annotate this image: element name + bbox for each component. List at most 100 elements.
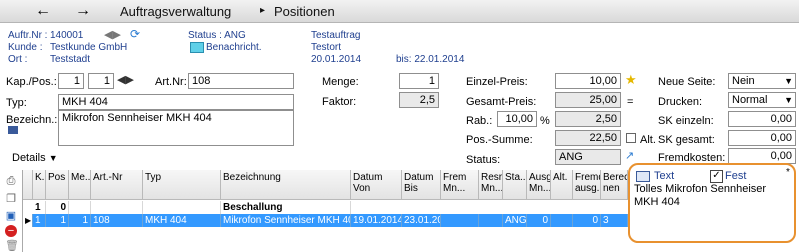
kap-input[interactable]: 1 xyxy=(58,73,84,89)
table-row-selected[interactable]: ▶ 1 1 1 108 MKH 404 Mikrofon Sennheiser … xyxy=(23,214,628,227)
cell-me: 1 xyxy=(69,214,91,227)
col-header-k[interactable]: K... xyxy=(33,170,46,200)
col-header-frem[interactable]: Frem Mn... xyxy=(441,170,479,200)
typ-input[interactable]: MKH 404 xyxy=(58,94,294,110)
row-indicator-header xyxy=(23,170,33,200)
save-icon[interactable]: ▣ xyxy=(5,210,17,222)
menge-input[interactable]: 1 xyxy=(399,73,439,89)
pct-sign: % xyxy=(540,115,550,127)
col-header-datum-von[interactable]: Datum Von xyxy=(351,170,402,200)
back-icon[interactable]: ← xyxy=(35,0,51,22)
rab-value: 2,50 xyxy=(555,111,621,127)
pos-input[interactable]: 1 xyxy=(88,73,114,89)
text-content[interactable]: Tolles Mikrofon Sennheiser MKH 404 xyxy=(634,183,790,209)
neueseite-value: Nein xyxy=(732,75,755,87)
table-row[interactable]: 1 0 Beschallung xyxy=(23,201,628,214)
einzelpreis-input[interactable]: 10,00 xyxy=(555,73,621,89)
status-text: Status : ANG xyxy=(188,30,246,41)
cell-resrv xyxy=(479,214,503,227)
drucken-select[interactable]: Normal ▼ xyxy=(728,92,796,108)
fremdkosten-input[interactable]: 0,00 xyxy=(728,148,796,164)
col-header-artnr[interactable]: Art.-Nr xyxy=(91,170,143,200)
cell-bezeichnung: Mikrofon Sennheiser MKH 40 xyxy=(223,214,351,227)
cell-fremd-ausg: 0 xyxy=(573,214,601,227)
skeinzeln-input[interactable]: 0,00 xyxy=(728,111,796,127)
bez-textarea[interactable]: Mikrofon Sennheiser MKH 404 xyxy=(58,110,294,146)
cell-alt xyxy=(551,214,573,227)
prev-next-icon[interactable]: ◀▶ xyxy=(104,28,121,41)
date-to: bis: 22.01.2014 xyxy=(396,54,465,65)
cell-berec: 3 xyxy=(601,214,628,227)
col-header-bezeichnung[interactable]: Bezeichnung xyxy=(221,170,351,200)
delete-icon[interactable]: − xyxy=(5,225,17,237)
col-header-fremd-ausg[interactable]: Fremd ausg. xyxy=(573,170,601,200)
col-header-resrv[interactable]: Resrv Mn... xyxy=(479,170,503,200)
menge-label: Menge: xyxy=(322,76,359,88)
cell-k: 1 xyxy=(33,201,46,214)
fest-checkbox[interactable]: ✓ xyxy=(710,170,723,183)
col-header-status[interactable]: Sta... xyxy=(503,170,527,200)
text-tab[interactable]: Text xyxy=(654,170,674,182)
fest-label: Fest xyxy=(725,170,747,182)
benachricht-link[interactable]: Benachricht. xyxy=(206,42,262,53)
cell-typ: MKH 404 xyxy=(143,214,221,227)
einzelpreis-label: Einzel-Preis: xyxy=(466,76,528,88)
status-value: ANG xyxy=(555,149,621,165)
drucken-value: Normal xyxy=(732,94,768,106)
neueseite-label: Neue Seite: xyxy=(658,76,716,88)
cell-datum-von: 19.01.2014 xyxy=(353,214,402,227)
kunde-label: Kunde : xyxy=(8,42,43,53)
auftr-label: Auftr.Nr : xyxy=(8,30,48,41)
col-header-me[interactable]: Me... xyxy=(69,170,91,200)
print-icon[interactable]: ⎙ xyxy=(5,175,17,187)
skeinzeln-label: SK einzeln: xyxy=(658,115,714,127)
pos-nav-icon[interactable]: ◀▶ xyxy=(117,73,134,86)
auftrag-name: Testauftrag xyxy=(311,30,361,41)
skgesamt-input[interactable]: 0,00 xyxy=(728,130,796,146)
refresh-icon[interactable]: ⟳ xyxy=(130,27,140,41)
col-header-typ[interactable]: Typ xyxy=(143,170,221,200)
possumme-value: 22,50 xyxy=(555,130,621,146)
col-header-berec[interactable]: Berec nen xyxy=(601,170,628,200)
status-change-icon[interactable]: ↗ xyxy=(625,149,634,162)
col-header-alt[interactable]: Alt. xyxy=(551,170,573,200)
kap-label: Kap./Pos.: xyxy=(6,76,57,88)
positions-grid: K... Pos Me... Art.-Nr Typ Bezeichnung D… xyxy=(22,170,628,252)
text-icon[interactable] xyxy=(636,171,650,182)
rab-pct-input[interactable]: 10,00 xyxy=(497,111,537,127)
col-header-datum-bis[interactable]: Datum Bis xyxy=(402,170,441,200)
breadcrumb-auftragsverwaltung[interactable]: Auftragsverwaltung xyxy=(120,4,231,19)
cell-pos: 1 xyxy=(46,214,69,227)
forward-icon[interactable]: → xyxy=(75,0,91,22)
star-icon[interactable]: ★ xyxy=(625,72,637,88)
trash-icon[interactable]: 🗑 xyxy=(5,240,19,252)
required-marker: * xyxy=(786,167,790,178)
artnr-input[interactable]: 108 xyxy=(188,73,294,89)
dropdown-arrow-icon: ▼ xyxy=(784,95,793,105)
neueseite-select[interactable]: Nein ▼ xyxy=(728,73,796,89)
envelope-icon[interactable] xyxy=(190,42,204,53)
cell-ausg: 0 xyxy=(527,214,551,227)
possumme-label: Pos.-Summe: xyxy=(466,134,533,146)
equals-sign: = xyxy=(627,96,634,108)
breadcrumb-positionen: Positionen xyxy=(274,4,335,19)
alt-label: Alt. xyxy=(640,134,656,146)
faktor-label: Faktor: xyxy=(322,96,357,108)
cell-typ xyxy=(143,201,221,214)
faktor-value: 2,5 xyxy=(399,92,439,108)
text-popup: Text ✓ Fest * Tolles Mikrofon Sennheiser… xyxy=(628,163,796,243)
details-toggle[interactable]: Details ▼ xyxy=(12,152,58,164)
cell-artnr: 108 xyxy=(91,214,143,227)
copy-icon[interactable]: ❐ xyxy=(5,193,17,205)
breadcrumb-separator: ▸ xyxy=(260,5,266,16)
gesamtpreis-label: Gesamt-Preis: xyxy=(466,96,537,108)
kunde-value: Testkunde GmbH xyxy=(50,42,128,53)
cell-k: 1 xyxy=(33,214,46,227)
ort-label: Ort : xyxy=(8,54,28,65)
col-header-ausg[interactable]: Ausg Mn... xyxy=(527,170,551,200)
text-edit-icon[interactable] xyxy=(8,126,18,134)
col-header-pos[interactable]: Pos xyxy=(46,170,69,200)
cell-datum-bis: 23.01.2014 xyxy=(402,214,441,227)
alt-checkbox[interactable] xyxy=(626,133,636,143)
date-from: 20.01.2014 xyxy=(311,54,362,65)
